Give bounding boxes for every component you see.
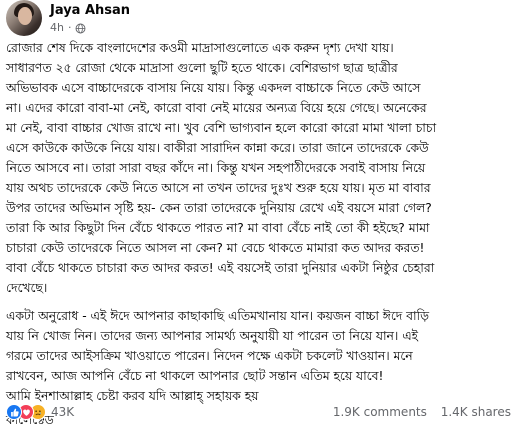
- post-paragraph-2: একটা অনুরোধ - এই ঈদে আপনার কাছাকাছি এতিম…: [6, 309, 429, 403]
- facebook-post: Jaya Ahsan 4h · রোজার শেষ দিকে বাংলাদেশে…: [0, 0, 517, 430]
- post-paragraph-1: রোজার শেষ দিকে বাংলাদেশের কওমী মাদ্রাসাগ…: [6, 41, 437, 295]
- post-footer: 43K 1.9K comments 1.4K shares: [6, 400, 511, 424]
- engagement-stats: 1.9K comments 1.4K shares: [323, 405, 511, 419]
- post-body: রোজার শেষ দিকে বাংলাদেশের কওমী মাদ্রাসাগ…: [6, 38, 511, 438]
- avatar[interactable]: [6, 0, 42, 36]
- post-meta: Jaya Ahsan 4h ·: [50, 3, 130, 35]
- separator-dot: ·: [67, 21, 72, 34]
- post-time[interactable]: 4h: [50, 21, 64, 35]
- like-icon: [6, 404, 22, 420]
- reactions-summary[interactable]: 43K: [6, 404, 74, 420]
- post-subline: 4h ·: [50, 21, 130, 35]
- post-header: Jaya Ahsan 4h ·: [6, 0, 130, 40]
- reaction-count[interactable]: 43K: [51, 405, 74, 419]
- author-name[interactable]: Jaya Ahsan: [50, 3, 130, 19]
- comments-count[interactable]: 1.9K comments: [333, 405, 427, 419]
- globe-icon[interactable]: [75, 23, 86, 34]
- shares-count[interactable]: 1.4K shares: [441, 405, 511, 419]
